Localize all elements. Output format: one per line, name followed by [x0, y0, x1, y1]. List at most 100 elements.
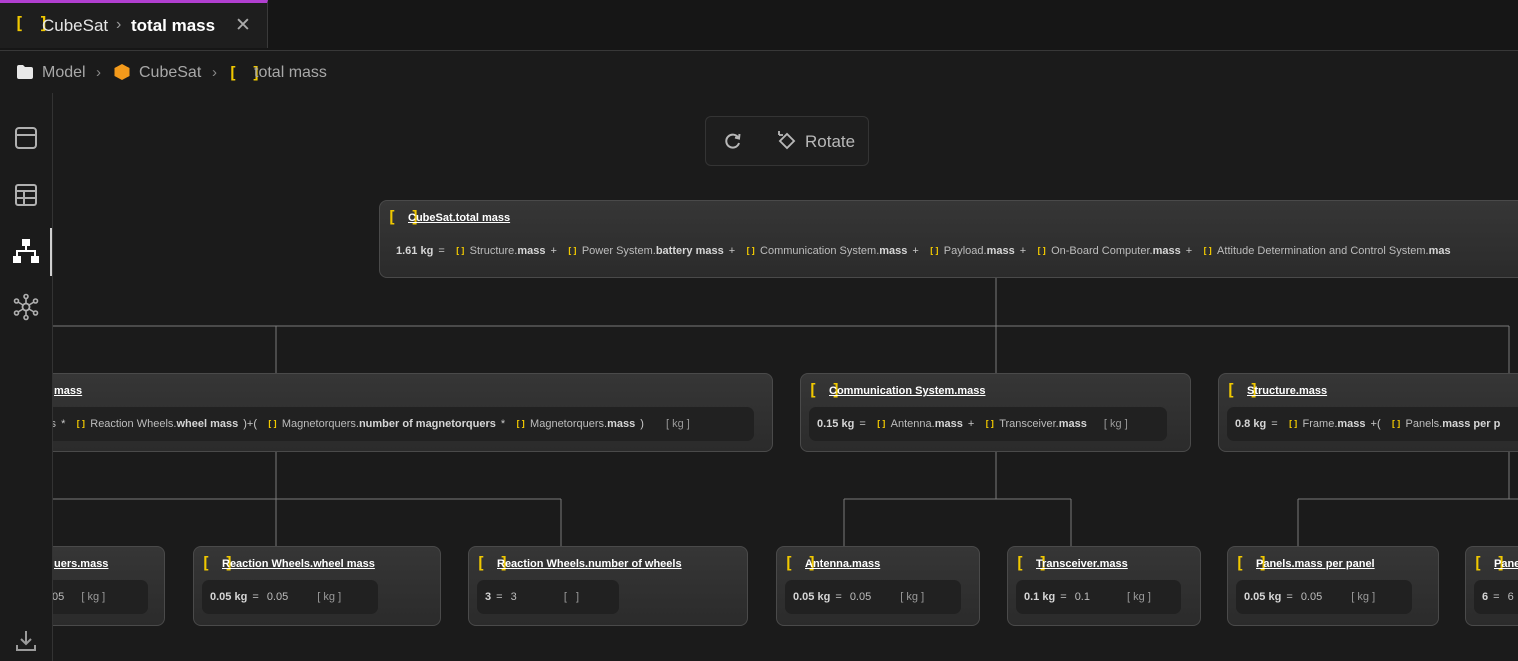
formula: els* []Reaction Wheels.wheel mass)+( []M…	[53, 407, 754, 441]
term-object: Structure	[469, 245, 515, 257]
term-property: mass	[1152, 245, 1181, 257]
node-title[interactable]: Pane	[1494, 558, 1518, 570]
node-panels-count[interactable]: [ ] Pane 6 = 6	[1465, 546, 1518, 626]
canvas-toolbar: Rotate	[705, 116, 869, 166]
term-object: Frame	[1302, 418, 1335, 430]
node-title[interactable]: Panels.mass per panel	[1256, 558, 1375, 570]
node-input-value[interactable]: 05	[53, 591, 64, 603]
breadcrumb: Model › CubeSat › [ ] total mass	[0, 51, 1518, 93]
chevron-right-icon: ›	[212, 64, 217, 81]
formula: 0.15 kg = [] Antenna.mass + [] Transceiver.m…	[809, 407, 1167, 441]
rotate-icon[interactable]	[776, 130, 798, 152]
node-input-value[interactable]: 0.1	[1075, 591, 1090, 603]
node-input-value[interactable]: 0.05	[267, 591, 288, 603]
term-property: mass	[986, 245, 1015, 257]
term-object: Transceiver	[999, 418, 1056, 430]
refresh-icon[interactable]	[722, 130, 744, 152]
term-object: Communication System	[760, 245, 877, 257]
breadcrumb-cubesat[interactable]: CubeSat	[139, 64, 201, 82]
node-input-value[interactable]: 0.05	[850, 591, 871, 603]
term-property: mass	[517, 245, 546, 257]
node-input-value[interactable]: 3	[511, 591, 517, 603]
term-property: mass	[934, 418, 963, 430]
formula: 0.05 kg = 0.05 [ kg ]	[785, 580, 961, 614]
unit-label: kg	[1357, 591, 1370, 603]
close-icon[interactable]: ✕	[235, 14, 251, 37]
node-reaction-wheels-wheel-mass[interactable]: [ ] Reaction Wheels.wheel mass 0.05 kg = …	[193, 546, 441, 626]
chevron-right-icon: ›	[116, 16, 122, 33]
unit-label: kg	[1133, 591, 1145, 603]
tab-parent-label: CubeSat	[42, 16, 109, 35]
node-structure-mass[interactable]: [ ] Structure.mass 0.8 kg = [] Frame.mass +…	[1218, 373, 1518, 452]
term-property: mass	[607, 418, 636, 430]
rotate-button[interactable]: Rotate	[805, 132, 855, 152]
active-indicator	[50, 228, 52, 276]
term-property: battery mass	[655, 245, 724, 257]
node-title[interactable]: uers.mass	[54, 558, 108, 570]
node-cubesat-total-mass[interactable]: [ ] CubeSat.total mass 1.61 kg = [] Struct…	[379, 200, 1518, 278]
panel-view-icon[interactable]	[12, 124, 40, 152]
term-property: mass	[879, 245, 908, 257]
node-title[interactable]: Structure.mass	[1247, 385, 1327, 397]
node-value: 0.15 kg	[817, 418, 855, 430]
formula: 3 = 3 [ ]	[477, 580, 619, 614]
tree-view-icon[interactable]	[12, 237, 40, 265]
node-communication-system-mass[interactable]: [ ] Communication System.mass 0.15 kg = […	[800, 373, 1191, 452]
node-panels-mass-per-panel[interactable]: [ ] Panels.mass per panel 0.05 kg = 0.05 …	[1227, 546, 1439, 626]
term-property: number of magnetorquers	[358, 418, 496, 430]
term-property: wheel mass	[176, 418, 239, 430]
term-property: mass	[1337, 418, 1366, 430]
node-title[interactable]: CubeSat.total mass	[408, 212, 510, 224]
term-property: mass per p	[1442, 418, 1501, 430]
term-property: mas	[1428, 245, 1451, 257]
node-value: 0.8 kg	[1235, 418, 1267, 430]
term-object: Antenna	[890, 418, 932, 430]
formula: 0.8 kg = [] Frame.mass +( [] Panels.mass per…	[1227, 407, 1518, 441]
breadcrumb-model[interactable]: Model	[42, 64, 86, 82]
node-adcs-mass[interactable]: mass els* []Reaction Wheels.wheel mass)+…	[53, 373, 773, 452]
formula: 05 [ kg ]	[53, 580, 148, 614]
node-input-value[interactable]: 0.05	[1301, 591, 1322, 603]
breadcrumb-total-mass[interactable]: total mass	[254, 64, 327, 82]
unit-label: kg	[672, 418, 684, 430]
node-value: 1.61 kg	[396, 245, 434, 257]
formula: 6 = 6	[1474, 580, 1518, 614]
node-title[interactable]: mass	[54, 385, 82, 397]
node-value: 0.05 kg	[1244, 591, 1282, 603]
term-property: mass	[1058, 418, 1087, 430]
node-value: 0.05 kg	[210, 591, 248, 603]
term-object: On-Board Computer	[1051, 245, 1150, 257]
node-input-value[interactable]: 6	[1508, 591, 1514, 603]
term-object: Payload	[943, 245, 984, 257]
tab-total-mass[interactable]: [ ] CubeSat › total mass ✕	[0, 0, 268, 48]
sidebar	[0, 93, 53, 661]
node-antenna-mass[interactable]: [ ] Antenna.mass 0.05 kg = 0.05 [ kg ]	[776, 546, 980, 626]
term-object: Panels	[1405, 418, 1440, 430]
term-object: Attitude Determination and Control Syste…	[1217, 245, 1426, 257]
term-object: Magnetorquers	[530, 418, 605, 430]
node-reaction-wheels-number-of-wheels[interactable]: [ ] Reaction Wheels.number of wheels 3 = …	[468, 546, 748, 626]
network-graph-icon[interactable]	[12, 293, 40, 321]
node-value: 3	[485, 591, 492, 603]
term-fragment: els	[53, 418, 56, 430]
unit-label: kg	[323, 591, 336, 603]
node-value: 0.1 kg	[1024, 591, 1056, 603]
tree-canvas[interactable]: Rotate [ ] CubeSat.total mass 1.61 kg = […	[53, 93, 1518, 661]
download-icon[interactable]	[12, 627, 40, 655]
node-title[interactable]: Reaction Wheels.number of wheels	[497, 558, 682, 570]
node-transceiver-mass[interactable]: [ ] Transceiver.mass 0.1 kg = 0.1 [ kg ]	[1007, 546, 1201, 626]
chevron-right-icon: ›	[96, 64, 101, 81]
component-hexagon-icon	[114, 64, 130, 80]
formula: 0.05 kg = 0.05 [ kg ]	[1236, 580, 1412, 614]
formula: 0.05 kg = 0.05 [ kg ]	[202, 580, 378, 614]
unit-label: kg	[906, 591, 919, 603]
node-value: 0.05 kg	[793, 591, 831, 603]
node-title[interactable]: Antenna.mass	[805, 558, 880, 570]
term-object: Reaction Wheels	[90, 418, 174, 430]
node-title[interactable]: Reaction Wheels.wheel mass	[222, 558, 375, 570]
table-view-icon[interactable]	[12, 181, 40, 209]
node-title[interactable]: Transceiver.mass	[1036, 558, 1128, 570]
folder-icon	[17, 65, 33, 79]
node-title[interactable]: Communication System.mass	[829, 385, 986, 397]
node-magnetorquers-mass[interactable]: uers.mass 05 [ kg ]	[53, 546, 165, 626]
